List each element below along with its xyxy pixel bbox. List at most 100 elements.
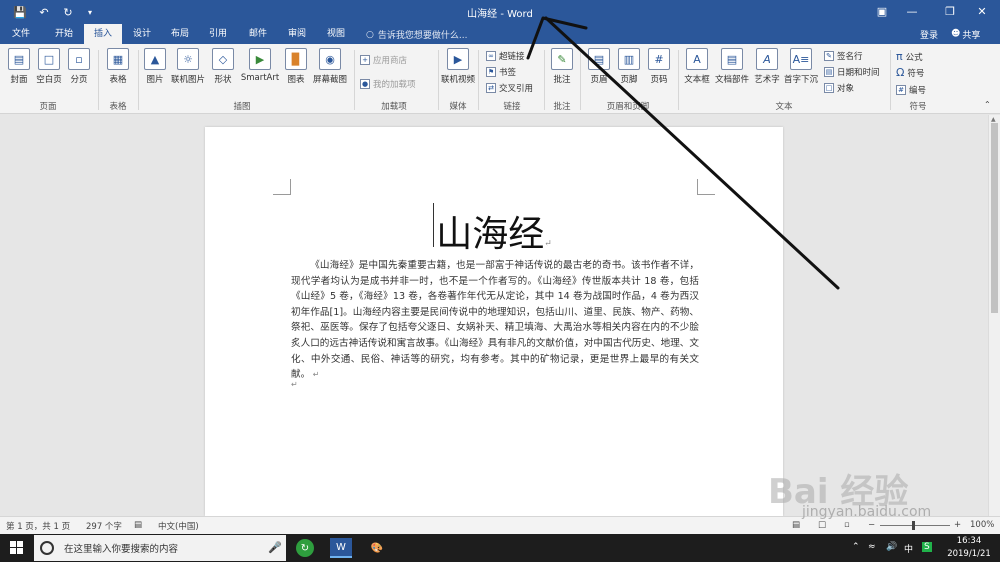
my-addins-button[interactable]: ● 我的加载项 bbox=[360, 78, 416, 90]
language-indicator[interactable]: 中文(中国) bbox=[158, 520, 199, 532]
signature-line-button[interactable]: ✎ 签名行 bbox=[824, 50, 863, 62]
table-button[interactable]: ▦ 表格 bbox=[104, 48, 132, 85]
online-video-button[interactable]: ▶ 联机视频 bbox=[440, 48, 476, 85]
textbox-icon: A bbox=[686, 48, 708, 70]
equation-button[interactable]: π 公式 bbox=[896, 50, 923, 63]
person-icon: ☻ bbox=[951, 29, 961, 39]
blank-page-button[interactable]: □ 空白页 bbox=[34, 48, 64, 85]
video-icon: ▶ bbox=[447, 48, 469, 70]
textbox-button[interactable]: A 文本框 bbox=[682, 48, 712, 85]
store-button[interactable]: + 应用商店 bbox=[360, 54, 407, 66]
volume-icon[interactable]: 🔊 bbox=[886, 542, 897, 552]
scroll-up-icon[interactable]: ▲ bbox=[991, 116, 996, 123]
tell-me-box[interactable]: ○ 告诉我您想要做什么... bbox=[366, 28, 468, 42]
tab-home[interactable]: 开始 bbox=[46, 24, 82, 44]
smartart-icon: ▶ bbox=[249, 48, 271, 70]
document-page[interactable]: 山海经↵ 《山海经》是中国先秦重要古籍，也是一部富于神话传说的最古老的奇书。该书… bbox=[205, 127, 783, 516]
word-count[interactable]: 297 个字 bbox=[86, 520, 122, 532]
drop-cap-icon: A≡ bbox=[790, 48, 812, 70]
quick-parts-button[interactable]: ▤ 文档部件 bbox=[714, 48, 750, 85]
tab-file[interactable]: 文件 bbox=[4, 24, 38, 44]
window-title: 山海经 - Word bbox=[467, 9, 533, 20]
margin-mark bbox=[273, 179, 291, 195]
vertical-scrollbar[interactable]: ▲ bbox=[988, 115, 1000, 516]
wordart-button[interactable]: A 艺术字 bbox=[752, 48, 782, 85]
paragraph-mark: ↵ bbox=[291, 380, 298, 389]
tab-layout[interactable]: 布局 bbox=[162, 24, 198, 44]
store-icon: + bbox=[360, 55, 370, 65]
hyperlink-button[interactable]: ∞ 超链接 bbox=[486, 50, 525, 62]
ribbon: ▤ 封面 □ 空白页 ▫ 分页 页面 ▦ 表格 表格 ▲ 图片 ☼ 联机图片 ◇… bbox=[0, 44, 1000, 114]
bar-chart-icon: ▉ bbox=[285, 48, 307, 70]
picture-button[interactable]: ▲ 图片 bbox=[142, 48, 168, 85]
smartart-button[interactable]: ▶ SmartArt bbox=[240, 48, 280, 83]
tab-mailings[interactable]: 邮件 bbox=[240, 24, 276, 44]
date-time-button[interactable]: ▤ 日期和时间 bbox=[824, 66, 880, 78]
cover-page-button[interactable]: ▤ 封面 bbox=[6, 48, 32, 85]
group-label-header-footer: 页眉和页脚 bbox=[606, 102, 650, 112]
tab-design[interactable]: 设计 bbox=[124, 24, 160, 44]
minimize-button[interactable]: — bbox=[902, 3, 922, 19]
page-count[interactable]: 第 1 页，共 1 页 bbox=[6, 520, 70, 532]
proofing-icon[interactable]: ▤ bbox=[134, 520, 142, 530]
link-icon: ∞ bbox=[486, 51, 496, 61]
system-clock[interactable]: 16:34 2019/1/21 bbox=[942, 535, 996, 561]
close-button[interactable]: ✕ bbox=[972, 3, 992, 19]
online-picture-button[interactable]: ☼ 联机图片 bbox=[170, 48, 206, 85]
group-separator bbox=[544, 50, 545, 110]
scroll-thumb[interactable] bbox=[991, 123, 998, 313]
tray-expand-icon[interactable]: ⌃ bbox=[852, 542, 860, 552]
header-icon: ▤ bbox=[588, 48, 610, 70]
bookmark-icon: ⚑ bbox=[486, 67, 496, 77]
input-method-icon[interactable]: 中 bbox=[904, 542, 913, 555]
collapse-ribbon-icon[interactable]: ⌃ bbox=[984, 100, 991, 109]
screenshot-button[interactable]: ◉ 屏幕截图 bbox=[310, 48, 350, 85]
tab-insert[interactable]: 插入 bbox=[84, 24, 122, 44]
group-separator bbox=[478, 50, 479, 110]
numbering-button[interactable]: # 编号 bbox=[896, 84, 926, 96]
cover-page-icon: ▤ bbox=[8, 48, 30, 70]
word-app-icon[interactable]: W bbox=[330, 538, 352, 558]
login-link[interactable]: 登录 bbox=[920, 28, 938, 41]
footer-button[interactable]: ▥ 页脚 bbox=[616, 48, 642, 85]
baidu-watermark: Bai 经验 jingyan.baidu.com bbox=[768, 464, 994, 534]
comment-button[interactable]: ✎ 批注 bbox=[550, 48, 574, 85]
watermark-url: jingyan.baidu.com bbox=[802, 504, 932, 520]
maximize-button[interactable]: ❐ bbox=[940, 3, 960, 19]
tell-me-text: 告诉我您想要做什么... bbox=[377, 31, 468, 41]
page-break-button[interactable]: ▫ 分页 bbox=[66, 48, 92, 85]
ribbon-display-options-icon[interactable]: ▣ bbox=[872, 3, 892, 19]
cortana-icon bbox=[40, 541, 54, 555]
browser-app-icon[interactable]: ↻ bbox=[296, 539, 314, 557]
page-break-icon: ▫ bbox=[68, 48, 90, 70]
windows-start-icon[interactable] bbox=[10, 541, 24, 555]
paint-app-icon[interactable]: 🎨 bbox=[366, 538, 388, 558]
group-label-media: 媒体 bbox=[449, 102, 467, 112]
group-label-illustrations: 插图 bbox=[233, 102, 251, 112]
share-label: 共享 bbox=[962, 30, 981, 41]
share-button[interactable]: ☻ 共享 bbox=[947, 26, 984, 42]
tab-view[interactable]: 视图 bbox=[318, 24, 354, 44]
picture-icon: ▲ bbox=[144, 48, 166, 70]
tray-app-icon[interactable]: S bbox=[922, 542, 932, 552]
shapes-button[interactable]: ◇ 形状 bbox=[210, 48, 236, 85]
network-icon[interactable]: ≈ bbox=[868, 542, 876, 552]
header-button[interactable]: ▤ 页眉 bbox=[586, 48, 612, 85]
document-body-paragraph[interactable]: 《山海经》是中国先秦重要古籍，也是一部富于神话传说的最古老的奇书。该书作者不详，… bbox=[291, 258, 699, 383]
group-label-text: 文本 bbox=[775, 102, 793, 112]
page-number-button[interactable]: # 页码 bbox=[646, 48, 672, 85]
group-label-tables: 表格 bbox=[109, 102, 127, 112]
tab-review[interactable]: 审阅 bbox=[279, 24, 315, 44]
taskbar: 在这里输入你要搜索的内容 🎤 ↻ W 🎨 ⌃ ≈ 🔊 中 S 16:34 201… bbox=[0, 534, 1000, 562]
microphone-icon[interactable]: 🎤 bbox=[268, 541, 282, 554]
symbol-button[interactable]: Ω 符号 bbox=[896, 66, 924, 79]
group-label-links: 链接 bbox=[503, 102, 521, 112]
drop-cap-button[interactable]: A≡ 首字下沉 bbox=[784, 48, 818, 85]
tab-references[interactable]: 引用 bbox=[200, 24, 236, 44]
bookmark-button[interactable]: ⚑ 书签 bbox=[486, 66, 516, 78]
document-heading[interactable]: 山海经↵ bbox=[205, 205, 783, 257]
cross-reference-button[interactable]: ⇄ 交叉引用 bbox=[486, 82, 533, 94]
taskbar-search-box[interactable]: 在这里输入你要搜索的内容 🎤 bbox=[34, 535, 286, 561]
chart-button[interactable]: ▉ 图表 bbox=[284, 48, 308, 85]
object-button[interactable]: □ 对象 bbox=[824, 82, 854, 94]
